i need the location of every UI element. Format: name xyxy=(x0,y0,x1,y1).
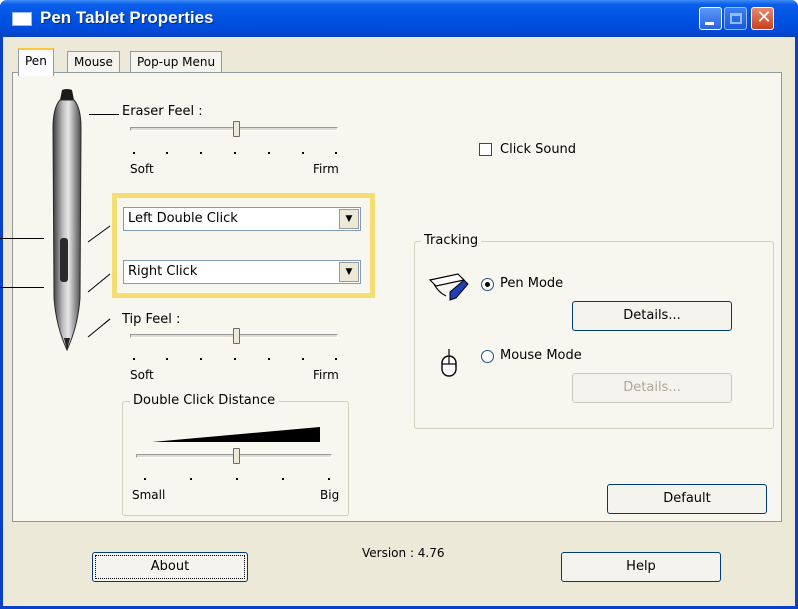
tip-feel-max-label: Firm xyxy=(313,368,339,382)
distance-wedge-icon xyxy=(152,427,320,442)
mouse-mode-radio[interactable] xyxy=(481,350,494,363)
tip-feel-min-label: Soft xyxy=(130,368,154,382)
tracking-label: Tracking xyxy=(421,233,482,248)
tip-feel-thumb[interactable] xyxy=(233,328,240,344)
mouse-mode-details-button: Details... xyxy=(572,373,732,403)
default-button[interactable]: Default xyxy=(607,484,767,514)
double-click-distance-thumb[interactable] xyxy=(233,448,240,464)
callout-line-upper xyxy=(0,238,44,239)
upper-side-switch-value: Left Double Click xyxy=(128,211,238,226)
lower-side-switch-dropdown[interactable]: Right Click ▼ xyxy=(123,260,361,284)
pen-mode-label[interactable]: Pen Mode xyxy=(500,276,563,291)
mouse-mode-label[interactable]: Mouse Mode xyxy=(500,348,582,363)
pen-tab-content: Eraser Feel : Soft Firm Left Double Clic… xyxy=(0,0,798,609)
help-button[interactable]: Help xyxy=(561,552,721,582)
double-click-distance-min-label: Small xyxy=(132,488,166,502)
eraser-feel-max-label: Firm xyxy=(313,162,339,176)
pen-mode-details-button[interactable]: Details... xyxy=(572,301,732,331)
double-click-distance-max-label: Big xyxy=(320,488,340,502)
upper-side-switch-dropdown[interactable]: Left Double Click ▼ xyxy=(123,207,361,231)
eraser-feel-thumb[interactable] xyxy=(233,121,240,137)
click-sound-label[interactable]: Click Sound xyxy=(500,142,576,157)
double-click-distance-label: Double Click Distance xyxy=(130,393,279,408)
eraser-feel-label: Eraser Feel : xyxy=(122,104,203,119)
pen-illustration-icon xyxy=(52,89,82,352)
pen-mode-icon xyxy=(428,273,469,301)
tip-leader-line xyxy=(87,318,111,338)
tip-feel-label: Tip Feel : xyxy=(122,312,181,327)
lower-side-switch-value: Right Click xyxy=(128,264,198,279)
eraser-leader-line xyxy=(89,114,119,115)
callout-line-lower xyxy=(0,287,44,288)
mouse-mode-icon xyxy=(441,349,457,377)
click-sound-checkbox[interactable] xyxy=(479,143,492,156)
pen-mode-radio[interactable] xyxy=(481,278,494,291)
eraser-feel-min-label: Soft xyxy=(130,162,154,176)
about-button[interactable]: About xyxy=(92,552,248,582)
version-text: Version : 4.76 xyxy=(362,546,445,560)
chevron-down-icon[interactable]: ▼ xyxy=(339,209,359,229)
chevron-down-icon[interactable]: ▼ xyxy=(339,262,359,282)
